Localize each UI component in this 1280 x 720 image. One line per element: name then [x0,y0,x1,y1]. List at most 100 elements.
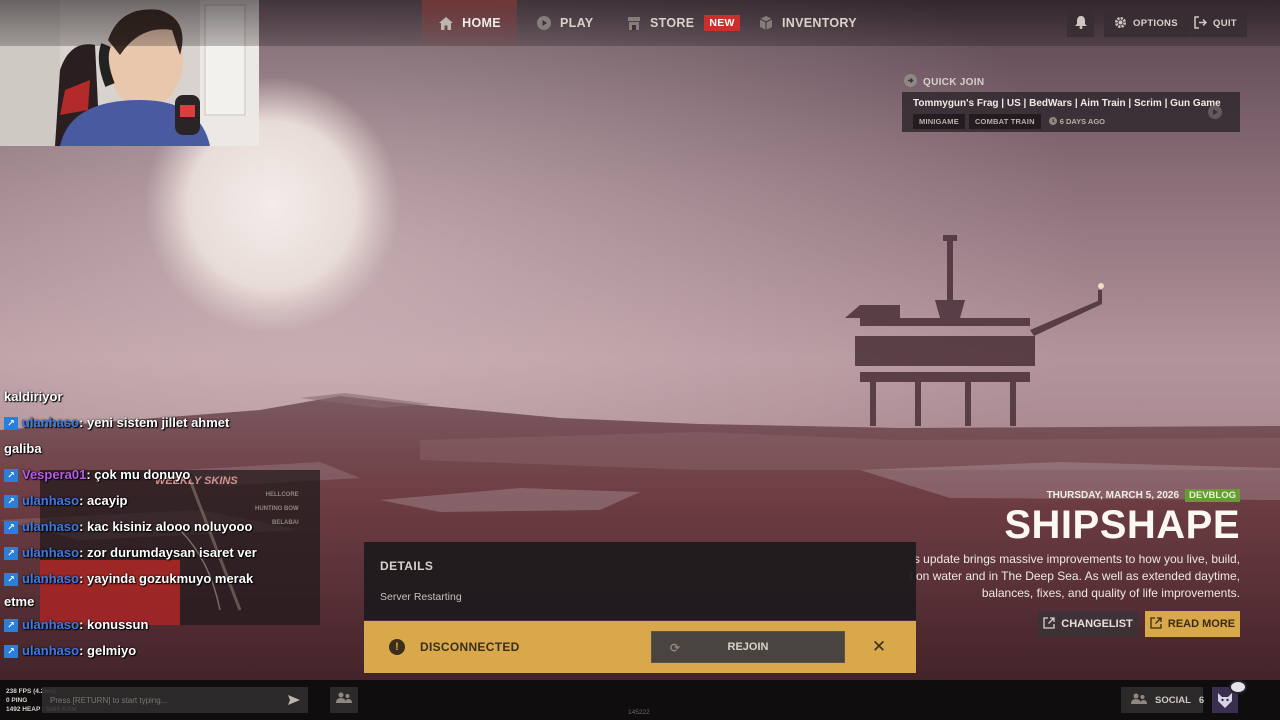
rejoin-label: REJOIN [727,641,769,653]
quick-join-server-name: Tommygun's Frag | US | BedWars | Aim Tra… [913,98,1221,109]
server-tag: COMBAT TRAIN [968,114,1041,129]
chat-line: kaldiriyor [4,384,304,410]
chat-username: ulanhaso [22,571,80,586]
nav-play-label: PLAY [560,16,594,30]
options-button[interactable]: OPTIONS [1104,10,1188,37]
quick-join-server-card[interactable]: Tommygun's Frag | US | BedWars | Aim Tra… [902,92,1240,132]
sub-badge-icon: ↗ [4,416,18,430]
close-icon[interactable]: ✕ [872,637,886,657]
chat-message: : yayinda gozukmuyo merak [79,571,254,586]
chat-line: galiba [4,436,304,462]
friends-icon [1131,693,1147,708]
changelist-button[interactable]: CHANGELIST [1038,611,1138,637]
chat-username: ulanhaso [22,519,80,534]
chat-line: ↗ ulanhaso : acayip [4,488,304,514]
chat-message: kaldiriyor [4,389,63,404]
chat-input-placeholder: Press [RETURN] to start typing... [50,695,168,705]
news-title: SHIPSHAPE [1004,503,1240,547]
home-icon [438,15,454,31]
team-icon [336,691,352,709]
sub-badge-icon: ↗ [4,494,18,508]
server-tag: MINIGAME [913,114,965,129]
warning-icon: ! [389,639,405,655]
controller-badge-icon [1229,680,1247,694]
quick-join-tags: MINIGAME COMBAT TRAIN 6 DAYS AGO [913,114,1105,129]
chat-message: galiba [4,441,42,456]
play-icon [536,15,552,31]
chat-line: ↗ ulanhaso : konussun [4,612,304,638]
chat-line: etme [4,592,304,612]
read-more-button[interactable]: READ MORE [1145,611,1240,637]
chat-message: : zor durumdaysan isaret ver [79,545,257,560]
external-link-icon [1043,616,1055,632]
gear-icon [1114,16,1127,32]
external-link-icon [1150,616,1162,632]
quick-join-header: QUICK JOIN [904,74,984,90]
chat-line: ↗ ulanhaso : gelmiyo [4,638,304,664]
news-desc-line: t on water and in The Deep Sea. As well … [909,569,1240,583]
social-label: SOCIAL [1155,694,1191,706]
sub-badge-icon: ↗ [4,468,18,482]
sub-badge-icon: ↗ [4,546,18,560]
disconnected-label: DISCONNECTED [420,640,520,654]
social-count: 6 [1198,694,1205,706]
read-more-label: READ MORE [1167,618,1236,630]
options-label: OPTIONS [1133,18,1178,29]
quick-join-icon [904,74,917,90]
nav-home-label: HOME [462,16,501,30]
chat-username: ulanhaso [22,643,80,658]
chat-message: : kac kisiniz alooo noluyooo [79,519,253,534]
send-icon[interactable] [287,693,301,707]
disconnected-banner: ! DISCONNECTED ⟳ REJOIN ✕ [364,621,916,673]
rejoin-button[interactable]: ⟳ REJOIN [651,631,845,663]
chat-message: : çok mu donuyo [86,467,191,482]
nav-play[interactable]: PLAY [536,0,593,46]
changelist-label: CHANGELIST [1061,618,1133,630]
quick-join-play-icon[interactable] [1208,105,1222,119]
quit-button[interactable]: QUIT [1184,10,1247,37]
chat-message: : konussun [79,617,149,632]
nav-inventory-label: INVENTORY [782,16,857,30]
nav-store-label: STORE [650,16,695,30]
news-date: THURSDAY, MARCH 5, 2026 [1046,490,1180,501]
chat-message: etme [4,594,35,609]
nav-inventory[interactable]: INVENTORY [758,0,857,46]
chat-message: : gelmiyo [79,643,137,658]
new-badge: NEW [704,15,740,31]
chat-line: ↗ ulanhaso : kac kisiniz alooo noluyooo [4,514,304,540]
notifications-button[interactable] [1067,10,1094,37]
exit-icon [1194,15,1208,32]
sub-badge-icon: ↗ [4,520,18,534]
nav-store[interactable]: STORE NEW [626,0,740,46]
chat-line: ↗ ulanhaso : zor durumdaysan isaret ver [4,540,304,566]
server-age-label: 6 DAYS AGO [1059,117,1105,126]
clock-icon [1048,116,1057,127]
refresh-icon: ⟳ [670,641,681,655]
store-icon [626,15,642,31]
chat-username: ulanhaso [22,493,80,508]
details-status: Server Restarting [380,591,462,603]
stream-chat-overlay: kaldiriyor ↗ ulanhaso : yeni sistem jill… [4,384,304,664]
connection-details-panel: DETAILS Server Restarting [364,542,916,620]
chat-line: ↗ ulanhaso : yeni sistem jillet ahmet [4,410,304,436]
build-version: 145222 [628,709,650,716]
chat-input[interactable]: Press [RETURN] to start typing... [42,687,308,713]
sub-badge-icon: ↗ [4,618,18,632]
news-desc-line: balances, fixes, and quality of life imp… [981,586,1240,600]
details-title: DETAILS [380,559,434,573]
sub-badge-icon: ↗ [4,644,18,658]
quit-label: QUIT [1213,18,1237,29]
chat-username: ulanhaso [22,545,80,560]
wolf-avatar-icon [1218,693,1232,708]
server-age: 6 DAYS AGO [1045,116,1105,127]
chat-line: ↗ Vespera01 : çok mu donuyo [4,462,304,488]
chat-line: ↗ ulanhaso : yayinda gozukmuyo merak [4,566,304,592]
devblog-badge: DEVBLOG [1185,489,1240,502]
box-icon [758,15,774,31]
social-button[interactable]: SOCIAL 6 [1121,687,1205,713]
news-description: s update brings massive improvements to … [870,551,1240,602]
sub-badge-icon: ↗ [4,572,18,586]
nav-home[interactable]: HOME [422,0,517,46]
quick-join-title: QUICK JOIN [923,76,985,88]
team-button[interactable] [330,687,358,713]
